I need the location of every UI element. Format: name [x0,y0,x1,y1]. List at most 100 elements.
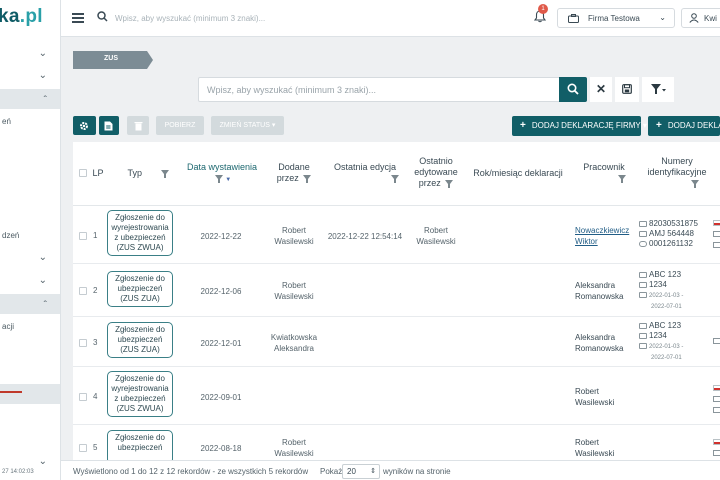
table-row[interactable]: 5 Zgłoszenie do ubezpieczeń 2022-08-18 Ro… [73,425,720,460]
sidebar-subitem-2[interactable]: dzeń [2,231,19,240]
filter-icon[interactable] [691,179,699,188]
filter-icon[interactable] [214,174,223,183]
identifiers: ABC 123 1234 2022-01-03 - 2022-07-01 [639,321,683,363]
change-status-button[interactable]: ZMIEŃ STATUS ▾ [211,116,284,135]
sidebar-item-4[interactable]: ⌄ [0,248,60,268]
row-added-by: Robert Wasilewski [265,225,323,247]
sidebar-item-zus-active[interactable] [0,384,60,404]
mail-icon[interactable] [713,338,720,344]
filter-icon[interactable] [160,169,169,178]
table-row[interactable]: 1 Zgłoszenie do wyrejestrowania z ubezpiec… [73,206,720,264]
header-ostatnia-edycja-label: Ostatnia edycja [333,162,397,172]
employee-link[interactable]: Nowaczkiewicz Wiktor [575,225,629,247]
add-declaration-button[interactable]: + DODAJ DEKLA [648,116,720,136]
mail-icon[interactable] [713,450,720,456]
search-icon [567,83,579,95]
sidebar-item-6-active[interactable]: ˆ [0,294,60,314]
row-checkbox[interactable] [79,287,87,295]
employee-line: Aleksandra [575,281,616,290]
header-dodane-line1: Dodane [278,162,310,172]
mail-icon[interactable] [713,231,720,237]
filter-dropdown-button[interactable] [642,77,674,102]
chevron-down-icon: ⌄ [38,252,47,263]
add-company-declaration-button[interactable]: + DODAJ DEKLARACJĘ FIRMY ▾ [512,116,647,136]
identifiers: ABC 123 1234 2022-01-03 - 2022-07-01 [639,270,683,312]
header-ostatnio-edytowane[interactable]: Ostatnio edytowane przez [407,156,465,189]
employee-name: Robert Wasilewski [575,386,614,408]
sidebar-item-5[interactable]: ⌄ [0,271,60,291]
settings-button[interactable] [73,116,96,135]
header-typ[interactable]: Typ [123,168,173,179]
sidebar-subitem-1[interactable]: eń [2,117,11,126]
header-ostatnia-edycja[interactable]: Ostatnia edycja [327,162,403,184]
type-badge[interactable]: Zgłoszenie do wyrejestrowania z ubezpiecze… [107,371,173,417]
user-menu[interactable]: Kwi [681,8,720,28]
table-search-input[interactable] [207,83,547,97]
employee-line: Aleksandra [575,333,616,342]
id-value: 2022-01-03 - [649,344,684,350]
breadcrumb[interactable]: ZUS [73,51,153,69]
filter-icon[interactable] [618,174,626,183]
header-dodane-przez[interactable]: Dodane przez [269,162,319,184]
filter-icon[interactable] [445,179,454,188]
select-all-checkbox[interactable] [79,169,87,177]
document-icon [104,121,113,131]
search-button[interactable] [559,77,587,102]
chevron-down-icon: ▾ [642,121,647,130]
type-badge[interactable]: Zgłoszenie do ubezpieczeń (ZUS ZUA) [107,271,173,307]
company-icon [568,14,579,23]
row-checkbox[interactable] [79,339,87,347]
mail-icon[interactable] [713,242,720,248]
mail-icon[interactable] [713,396,720,402]
mail-icon[interactable] [713,407,720,413]
logo[interactable]: ka.pl [0,6,43,28]
sidebar-item-3-active[interactable]: ˆ [0,89,60,109]
table-row[interactable]: 2 Zgłoszenie do ubezpieczeń (ZUS ZUA) 2022… [73,264,720,317]
table-row[interactable]: 4 Zgłoszenie do wyrejestrowania z ubezpiec… [73,367,720,425]
row-checkbox[interactable] [79,232,87,240]
id-value: 2022-07-01 [651,355,682,361]
table-row[interactable]: 3 Zgłoszenie do ubezpieczeń (ZUS ZUA) 2022… [73,317,720,367]
add-company-declaration-label: DODAJ DEKLARACJĘ FIRMY [531,121,641,130]
gear-icon [80,122,88,130]
filter-icon[interactable] [303,174,312,183]
type-line: Zgłoszenie do [115,433,165,442]
clear-search-button[interactable]: ✕ [590,77,612,102]
type-badge[interactable]: Zgłoszenie do ubezpieczeń (ZUS ZUA) [107,322,173,358]
employee-name: Aleksandra Romanowska [575,332,623,354]
app-window: ka.pl ⌄ ⌄ ˆ eń dzeń ⌄ ⌄ ˆ acji ⌄ 27 14:0… [0,0,720,480]
header-pracownik-label: Pracownik [583,162,625,172]
row-checkbox[interactable] [79,393,87,401]
close-icon: ✕ [595,82,607,96]
row-added-by: Robert Wasilewski [265,280,323,302]
row-checkbox[interactable] [79,444,87,452]
export-button[interactable] [99,116,119,135]
per-page-label: wyników na stronie [383,467,451,476]
sidebar-item-1[interactable]: ⌄ [0,44,60,64]
global-search-input[interactable] [115,11,355,25]
hamburger-menu-icon[interactable] [72,13,84,23]
sidebar-item-2[interactable]: ⌄ [0,66,60,86]
type-badge[interactable]: Zgłoszenie do ubezpieczeń [107,430,173,460]
filter-icon[interactable] [391,174,399,183]
header-data-wystawienia[interactable]: Data wystawienia ▼ [183,162,261,186]
delete-button[interactable] [127,116,149,135]
id-value: 2022-07-01 [651,304,682,310]
header-rok-miesiac[interactable]: Rok/miesiąc deklaracji [469,168,567,179]
sidebar-subitem-3[interactable]: acji [2,322,14,331]
header-lp[interactable]: LP [91,168,105,179]
download-button[interactable]: POBIERZ [156,116,204,135]
company-select[interactable]: Firma Testowa ⌄ [557,8,675,28]
save-search-button[interactable] [615,77,639,102]
logo-suffix: .pl [19,6,43,27]
header-numery[interactable]: Numery identyfikacyjne [639,156,715,189]
chevron-down-icon: ⌄ [38,456,47,467]
page-size-select[interactable]: 20 ⇕ [342,464,380,479]
row-last-edit: 2022-12-22 12:54:14 [327,232,403,241]
row-added-by: Robert Wasilewski [265,437,323,459]
header-pracownik[interactable]: Pracownik [575,162,633,184]
type-badge[interactable]: Zgłoszenie do wyrejestrowania z ubezpiecze… [107,210,173,256]
id-card-icon [639,220,647,227]
page-size-value: 20 [347,467,356,476]
row-lp: 4 [93,392,98,401]
